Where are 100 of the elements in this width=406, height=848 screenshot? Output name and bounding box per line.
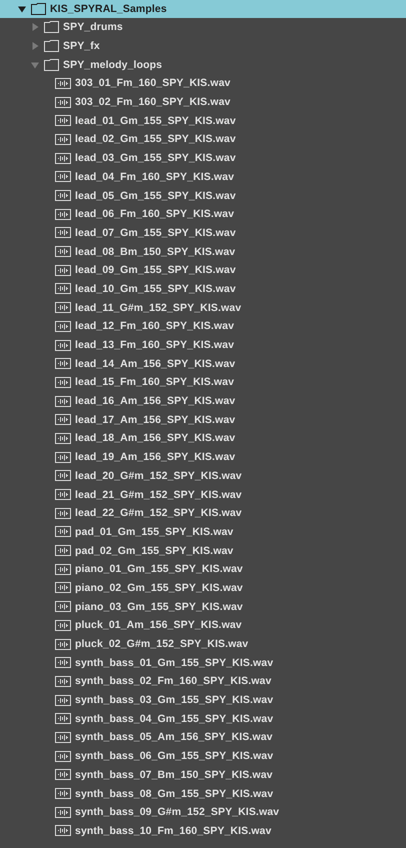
folder-icon — [44, 40, 59, 52]
folder-icon — [44, 58, 59, 71]
tree-row[interactable]: synth_bass_02_Fm_160_SPY_KIS.wav — [0, 672, 406, 691]
tree-row[interactable]: synth_bass_07_Bm_150_SPY_KIS.wav — [0, 766, 406, 784]
tree-row[interactable]: synth_bass_10_Fm_160_SPY_KIS.wav — [0, 822, 406, 840]
tree-row[interactable]: SPY_melody_loops — [0, 55, 406, 74]
audio-file-icon — [55, 283, 71, 294]
tree-row[interactable]: lead_09_Gm_155_SPY_KIS.wav — [0, 260, 406, 280]
tree-row[interactable]: piano_03_Gm_155_SPY_KIS.wav — [0, 597, 406, 616]
tree-row[interactable]: pluck_02_G#m_152_SPY_KIS.wav — [0, 634, 406, 654]
file-name: lead_16_Am_156_SPY_KIS.wav — [75, 395, 236, 408]
audio-file-icon — [55, 601, 71, 612]
audio-file-icon — [55, 470, 71, 482]
tree-row[interactable]: lead_08_Bm_150_SPY_KIS.wav — [0, 242, 406, 261]
audio-file-icon — [55, 732, 71, 743]
folder-icon — [31, 3, 46, 15]
tree-row[interactable]: synth_bass_06_Gm_155_SPY_KIS.wav — [0, 746, 406, 766]
file-name: lead_14_Am_156_SPY_KIS.wav — [75, 358, 236, 370]
caret-down-icon[interactable] — [18, 5, 26, 13]
audio-file-icon — [55, 115, 71, 126]
tree-row[interactable]: lead_07_Gm_155_SPY_KIS.wav — [0, 224, 406, 242]
tree-row[interactable]: pad_01_Gm_155_SPY_KIS.wav — [0, 522, 406, 542]
tree-row[interactable]: lead_14_Am_156_SPY_KIS.wav — [0, 354, 406, 374]
file-name: lead_12_Fm_160_SPY_KIS.wav — [75, 320, 234, 332]
audio-file-icon — [55, 713, 71, 724]
audio-file-icon — [55, 96, 71, 108]
audio-file-icon — [55, 320, 71, 332]
audio-file-icon — [55, 396, 71, 407]
audio-file-icon — [55, 638, 71, 650]
tree-row[interactable]: lead_10_Gm_155_SPY_KIS.wav — [0, 280, 406, 298]
tree-row[interactable]: 303_01_Fm_160_SPY_KIS.wav — [0, 74, 406, 93]
audio-file-icon — [55, 564, 71, 575]
tree-row[interactable]: lead_21_G#m_152_SPY_KIS.wav — [0, 485, 406, 504]
audio-file-icon — [55, 171, 71, 182]
tree-row[interactable]: lead_18_Am_156_SPY_KIS.wav — [0, 429, 406, 448]
caret-right-icon[interactable] — [31, 23, 39, 32]
tree-row[interactable]: SPY_drums — [0, 18, 406, 37]
audio-file-icon — [55, 152, 71, 164]
file-name: pad_01_Gm_155_SPY_KIS.wav — [75, 526, 234, 538]
tree-row[interactable]: synth_bass_04_Gm_155_SPY_KIS.wav — [0, 709, 406, 728]
tree-row[interactable]: lead_05_Gm_155_SPY_KIS.wav — [0, 186, 406, 205]
audio-file-icon — [55, 694, 71, 706]
tree-row[interactable]: pad_02_Gm_155_SPY_KIS.wav — [0, 541, 406, 560]
file-name: synth_bass_04_Gm_155_SPY_KIS.wav — [75, 712, 274, 725]
tree-row[interactable]: synth_bass_05_Am_156_SPY_KIS.wav — [0, 728, 406, 747]
tree-row[interactable]: synth_bass_03_Gm_155_SPY_KIS.wav — [0, 690, 406, 710]
tree-row[interactable]: lead_16_Am_156_SPY_KIS.wav — [0, 392, 406, 410]
audio-file-icon — [55, 432, 71, 444]
tree-row[interactable]: lead_04_Fm_160_SPY_KIS.wav — [0, 168, 406, 186]
audio-file-icon — [55, 302, 71, 314]
audio-file-icon — [55, 358, 71, 370]
tree-row[interactable]: lead_06_Fm_160_SPY_KIS.wav — [0, 204, 406, 224]
file-name: lead_04_Fm_160_SPY_KIS.wav — [75, 170, 234, 183]
audio-file-icon — [55, 526, 71, 538]
tree-row[interactable]: lead_17_Am_156_SPY_KIS.wav — [0, 410, 406, 430]
tree-row[interactable]: lead_12_Fm_160_SPY_KIS.wav — [0, 317, 406, 336]
audio-file-icon — [55, 806, 71, 818]
audio-file-icon — [55, 489, 71, 500]
audio-file-icon — [55, 545, 71, 556]
file-name: lead_20_G#m_152_SPY_KIS.wav — [75, 470, 242, 482]
tree-row[interactable]: lead_11_G#m_152_SPY_KIS.wav — [0, 298, 406, 317]
tree-row[interactable]: pluck_01_Am_156_SPY_KIS.wav — [0, 616, 406, 635]
file-name: lead_02_Gm_155_SPY_KIS.wav — [75, 133, 236, 146]
tree-row[interactable]: KIS_SPYRAL_Samples — [0, 0, 406, 18]
tree-row[interactable]: lead_22_G#m_152_SPY_KIS.wav — [0, 504, 406, 523]
tree-row[interactable]: lead_19_Am_156_SPY_KIS.wav — [0, 448, 406, 466]
file-name: 303_02_Fm_160_SPY_KIS.wav — [75, 96, 230, 108]
audio-file-icon — [55, 508, 71, 519]
file-name: synth_bass_07_Bm_150_SPY_KIS.wav — [75, 768, 273, 781]
tree-row[interactable]: lead_01_Gm_155_SPY_KIS.wav — [0, 111, 406, 130]
file-name: pad_02_Gm_155_SPY_KIS.wav — [75, 544, 234, 557]
audio-file-icon — [55, 788, 71, 800]
tree-row[interactable]: SPY_fx — [0, 36, 406, 56]
tree-row[interactable]: lead_02_Gm_155_SPY_KIS.wav — [0, 130, 406, 149]
tree-row[interactable]: lead_13_Fm_160_SPY_KIS.wav — [0, 336, 406, 354]
tree-row[interactable]: synth_bass_08_Gm_155_SPY_KIS.wav — [0, 784, 406, 803]
audio-file-icon — [55, 340, 71, 351]
tree-row[interactable]: lead_20_G#m_152_SPY_KIS.wav — [0, 466, 406, 486]
file-name: synth_bass_03_Gm_155_SPY_KIS.wav — [75, 694, 274, 706]
caret-right-icon[interactable] — [31, 42, 39, 50]
file-name: 303_01_Fm_160_SPY_KIS.wav — [75, 77, 230, 90]
tree-row[interactable]: piano_02_Gm_155_SPY_KIS.wav — [0, 578, 406, 598]
folder-icon — [44, 21, 59, 34]
tree-row[interactable]: synth_bass_09_G#m_152_SPY_KIS.wav — [0, 802, 406, 822]
file-name: piano_01_Gm_155_SPY_KIS.wav — [75, 563, 243, 576]
file-name: lead_09_Gm_155_SPY_KIS.wav — [75, 264, 236, 276]
tree-row[interactable]: lead_03_Gm_155_SPY_KIS.wav — [0, 148, 406, 168]
file-name: synth_bass_05_Am_156_SPY_KIS.wav — [75, 731, 273, 744]
audio-file-icon — [55, 190, 71, 202]
tree-row[interactable]: piano_01_Gm_155_SPY_KIS.wav — [0, 560, 406, 579]
file-name: lead_18_Am_156_SPY_KIS.wav — [75, 432, 236, 444]
file-name: lead_22_G#m_152_SPY_KIS.wav — [75, 507, 242, 520]
audio-file-icon — [55, 452, 71, 463]
file-name: piano_03_Gm_155_SPY_KIS.wav — [75, 600, 243, 613]
tree-row[interactable]: lead_15_Fm_160_SPY_KIS.wav — [0, 373, 406, 392]
audio-file-icon — [55, 208, 71, 220]
audio-file-icon — [55, 376, 71, 388]
tree-row[interactable]: 303_02_Fm_160_SPY_KIS.wav — [0, 92, 406, 112]
file-name: synth_bass_10_Fm_160_SPY_KIS.wav — [75, 824, 272, 837]
tree-row[interactable]: synth_bass_01_Gm_155_SPY_KIS.wav — [0, 653, 406, 672]
